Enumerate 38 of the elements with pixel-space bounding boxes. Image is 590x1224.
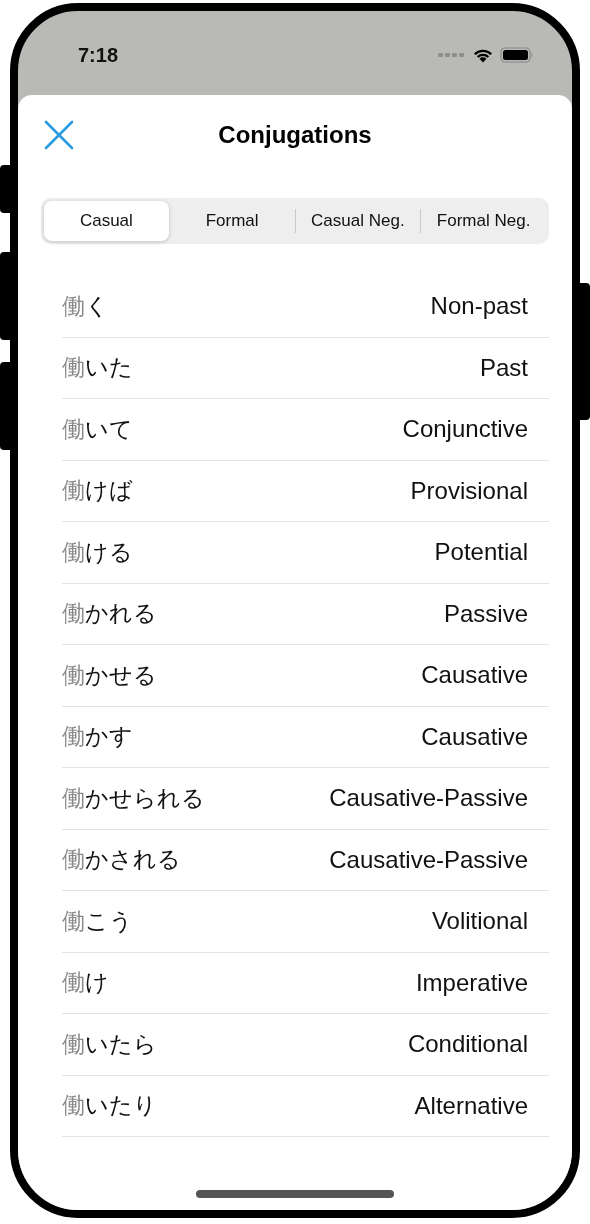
conjugated-verb: 働かす bbox=[62, 722, 133, 752]
form-label: Conditional bbox=[407, 1030, 528, 1059]
form-label: Causative bbox=[421, 722, 528, 751]
conjugated-verb: 働かれる bbox=[62, 599, 157, 629]
form-label: Past bbox=[479, 353, 528, 382]
conjugated-verb: 働かせる bbox=[62, 660, 157, 690]
conjugated-verb: 働いたり bbox=[62, 1091, 157, 1121]
form-label: Conjunctive bbox=[402, 415, 528, 444]
segment-tab[interactable]: Formal Neg. bbox=[421, 201, 546, 241]
conjugated-verb: 働こう bbox=[62, 906, 133, 936]
form-label: Potential bbox=[434, 538, 528, 567]
close-icon[interactable] bbox=[44, 120, 74, 150]
form-label: Causative-Passive bbox=[329, 845, 528, 874]
form-label: Alternative bbox=[414, 1091, 528, 1120]
conjugated-verb: 働ける bbox=[62, 537, 133, 567]
conjugated-verb: 働いて bbox=[62, 414, 133, 444]
segment-tab[interactable]: Formal bbox=[169, 201, 295, 241]
signal-icon bbox=[438, 52, 464, 58]
form-label: Imperative bbox=[415, 968, 528, 997]
form-label: Passive bbox=[443, 599, 528, 628]
segment-tab[interactable]: Casual Neg. bbox=[295, 201, 421, 241]
segment-tab[interactable]: Casual bbox=[44, 201, 169, 241]
conjugated-verb: 働けば bbox=[62, 476, 133, 506]
conjugated-verb: 働かせられる bbox=[62, 783, 205, 813]
conjugated-verb: 働 く bbox=[62, 291, 109, 321]
form-label: Causative-Passive bbox=[329, 784, 528, 813]
form-label: Volitional bbox=[431, 907, 528, 936]
status-time: 7:18 bbox=[78, 43, 119, 67]
wifi-icon bbox=[472, 47, 494, 63]
conjugated-verb: 働かされる bbox=[62, 845, 181, 875]
battery-icon bbox=[500, 47, 534, 63]
conjugated-verb: 働いた bbox=[62, 353, 133, 383]
conjugated-verb: 働いたら bbox=[62, 1029, 157, 1059]
form-label: Causative bbox=[421, 661, 528, 690]
form-label: Provisional bbox=[410, 476, 528, 505]
conjugated-verb: 働け bbox=[62, 968, 109, 998]
form-label: Non-past bbox=[430, 292, 528, 321]
sheet-title: Conjugations bbox=[218, 121, 372, 149]
